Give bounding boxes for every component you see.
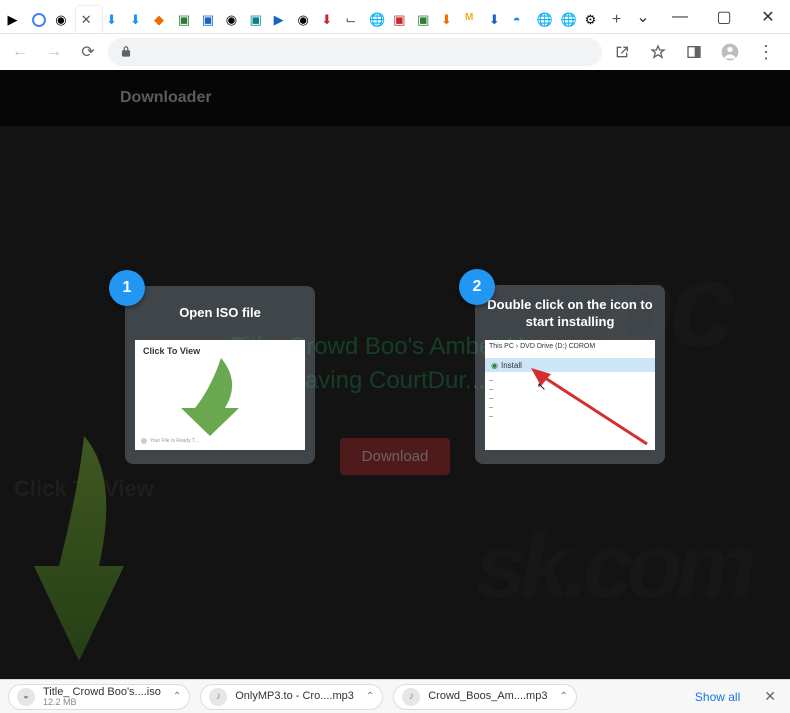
card-title-1: Open ISO file: [135, 298, 305, 330]
tab-google[interactable]: [28, 8, 51, 31]
tab-generic-3[interactable]: ◉: [294, 8, 317, 31]
tab-generic-1[interactable]: ◉: [52, 8, 75, 31]
maximize-button[interactable]: ▢: [702, 2, 746, 32]
file-icon: ◒: [17, 688, 35, 706]
tab-cloud-1[interactable]: ⬇: [103, 8, 126, 31]
tab-round-b[interactable]: ◓: [509, 8, 532, 31]
thumb-label: Click To View: [143, 346, 200, 356]
lock-icon: [118, 44, 134, 60]
tabs-dropdown-button[interactable]: ⌄: [628, 2, 658, 32]
chevron-up-icon[interactable]: ⌃: [555, 691, 567, 702]
window-controls: ⌄ — ▢ ✕: [628, 0, 790, 33]
side-panel-icon[interactable]: [680, 38, 708, 66]
back-button[interactable]: ←: [6, 38, 34, 66]
new-tab-button[interactable]: +: [605, 8, 628, 31]
file-icon: ♪: [209, 688, 227, 706]
tab-orange[interactable]: ◆: [151, 8, 174, 31]
tab-youtube[interactable]: ▶: [4, 8, 27, 31]
dimmed-overlay: [0, 70, 790, 679]
tab-orange-dl[interactable]: ⬇: [438, 8, 461, 31]
address-bar: ← → ⟳ ⋮: [0, 34, 790, 70]
reload-button[interactable]: ⟳: [74, 38, 102, 66]
profile-icon[interactable]: [716, 38, 744, 66]
download-name: OnlyMP3.to - Cro....mp3: [235, 691, 354, 702]
tab-generic-2[interactable]: ◉: [222, 8, 245, 31]
downloads-bar: ◒ Title_ Crowd Boo's....iso 12.2 MB ⌃ ♪ …: [0, 679, 790, 713]
card-open-iso: 1 Open ISO file Click To View Your File …: [125, 286, 315, 464]
explorer-breadcrumb: This PC › DVD Drive (D:) CDROM: [489, 343, 595, 350]
share-icon[interactable]: [608, 38, 636, 66]
download-item-1[interactable]: ◒ Title_ Crowd Boo's....iso 12.2 MB ⌃: [8, 684, 190, 710]
card-thumb-1: Click To View Your File Is Ready T...: [135, 340, 305, 450]
tab-red-dl[interactable]: ⬇: [318, 8, 341, 31]
downloads-close-button[interactable]: ✕: [758, 684, 782, 709]
download-name: Title_ Crowd Boo's....iso: [43, 687, 161, 698]
forward-button[interactable]: →: [40, 38, 68, 66]
tab-blue-dl[interactable]: ⬇: [485, 8, 508, 31]
tab-gear[interactable]: ⚙: [581, 8, 604, 31]
address-actions: ⋮: [608, 38, 784, 66]
tab-yellow-m[interactable]: M: [462, 8, 485, 31]
chevron-up-icon[interactable]: ⌃: [169, 691, 181, 702]
green-arrow-icon: [175, 358, 245, 438]
download-name: Crowd_Boos_Am....mp3: [428, 691, 547, 702]
step-badge-2: 2: [459, 269, 495, 305]
menu-icon[interactable]: ⋮: [752, 38, 780, 66]
download-item-2[interactable]: ♪ OnlyMP3.to - Cro....mp3 ⌃: [200, 684, 383, 710]
tab-strip: ▶ ◉ ✕ ⬇ ⬇ ◆ ▣ ▣ ◉ ▣ ▶ ◉ ⬇ ⌙ 🌐 ▣ ▣ ⬇ M ⬇ …: [0, 0, 628, 33]
card-thumb-2: This PC › DVD Drive (D:) CDROM ◉ Install…: [485, 340, 655, 450]
chevron-up-icon[interactable]: ⌃: [362, 691, 374, 702]
red-arrow-icon: [529, 366, 649, 446]
window-titlebar: ▶ ◉ ✕ ⬇ ⬇ ◆ ▣ ▣ ◉ ▣ ▶ ◉ ⬇ ⌙ 🌐 ▣ ▣ ⬇ M ⬇ …: [0, 0, 790, 34]
url-field[interactable]: [108, 38, 602, 66]
tab-globe-3[interactable]: 🌐: [557, 8, 580, 31]
tab-generic-4[interactable]: ⌙: [342, 8, 365, 31]
tab-active[interactable]: ✕: [76, 6, 102, 34]
tab-blue-1[interactable]: ▣: [198, 8, 221, 31]
download-size: 12.2 MB: [43, 698, 161, 707]
tab-green-1[interactable]: ▣: [174, 8, 197, 31]
card-title-2: Double click on the icon to start instal…: [485, 297, 655, 331]
window-close-button[interactable]: ✕: [746, 2, 790, 32]
tab-globe-2[interactable]: 🌐: [533, 8, 556, 31]
download-item-3[interactable]: ♪ Crowd_Boos_Am....mp3 ⌃: [393, 684, 577, 710]
tab-green-2[interactable]: ▣: [414, 8, 437, 31]
tab-video[interactable]: ▶: [270, 8, 293, 31]
install-label: Install: [501, 361, 522, 370]
tab-red-sq[interactable]: ▣: [390, 8, 413, 31]
thumb-footer-text: Your File Is Ready T...: [150, 438, 199, 444]
page-viewport: Downloader pc sk.com Title: Crowd Boo's …: [0, 70, 790, 679]
disc-icon: ◉: [491, 361, 498, 370]
show-all-button[interactable]: Show all: [687, 686, 748, 708]
card-double-click: 2 Double click on the icon to start inst…: [475, 285, 665, 465]
minimize-button[interactable]: —: [658, 2, 702, 32]
step-badge-1: 1: [109, 270, 145, 306]
bookmark-icon[interactable]: [644, 38, 672, 66]
tab-teal[interactable]: ▣: [246, 8, 269, 31]
tab-cloud-2[interactable]: ⬇: [127, 8, 150, 31]
thumb-dot-icon: [141, 438, 147, 444]
file-icon: ♪: [402, 688, 420, 706]
tab-globe-1[interactable]: 🌐: [366, 8, 389, 31]
